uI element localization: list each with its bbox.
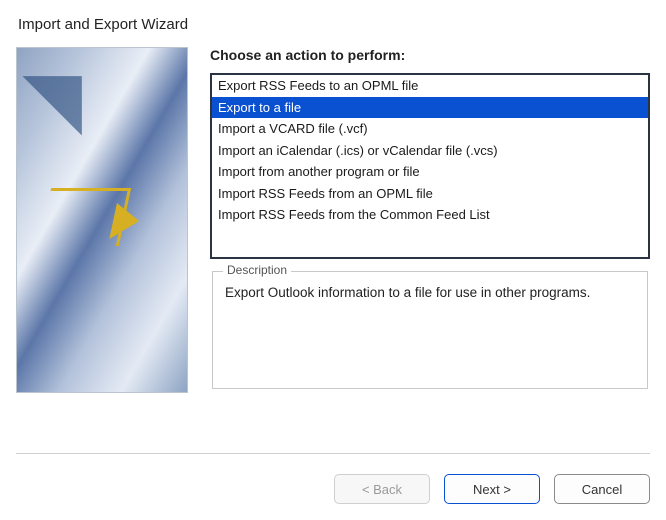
action-item[interactable]: Import an iCalendar (.ics) or vCalendar … — [212, 140, 648, 162]
wizard-footer: < Back Next > Cancel — [16, 453, 650, 504]
wizard-illustration — [16, 47, 188, 393]
action-item[interactable]: Import RSS Feeds from an OPML file — [212, 183, 648, 205]
action-item[interactable]: Import a VCARD file (.vcf) — [212, 118, 648, 140]
description-text: Export Outlook information to a file for… — [225, 278, 635, 303]
description-box: Description Export Outlook information t… — [212, 271, 648, 389]
action-item[interactable]: Export RSS Feeds to an OPML file — [212, 75, 648, 97]
wizard-title: Import and Export Wizard — [18, 16, 650, 33]
cancel-button[interactable]: Cancel — [554, 474, 650, 504]
wizard-main-pane: Choose an action to perform: Export RSS … — [210, 47, 650, 435]
next-button[interactable]: Next > — [444, 474, 540, 504]
action-item[interactable]: Export to a file — [212, 97, 648, 119]
arrow-outline-icon — [39, 188, 131, 246]
action-item[interactable]: Import from another program or file — [212, 161, 648, 183]
wizard-content: Choose an action to perform: Export RSS … — [16, 47, 650, 435]
action-item[interactable]: Import RSS Feeds from the Common Feed Li… — [212, 204, 648, 226]
description-label: Description — [223, 263, 291, 277]
import-export-wizard: Import and Export Wizard Choose an actio… — [0, 0, 666, 520]
action-prompt: Choose an action to perform: — [210, 47, 650, 63]
back-button: < Back — [334, 474, 430, 504]
arrow-icon — [22, 47, 111, 136]
action-list[interactable]: Export RSS Feeds to an OPML fileExport t… — [210, 73, 650, 259]
